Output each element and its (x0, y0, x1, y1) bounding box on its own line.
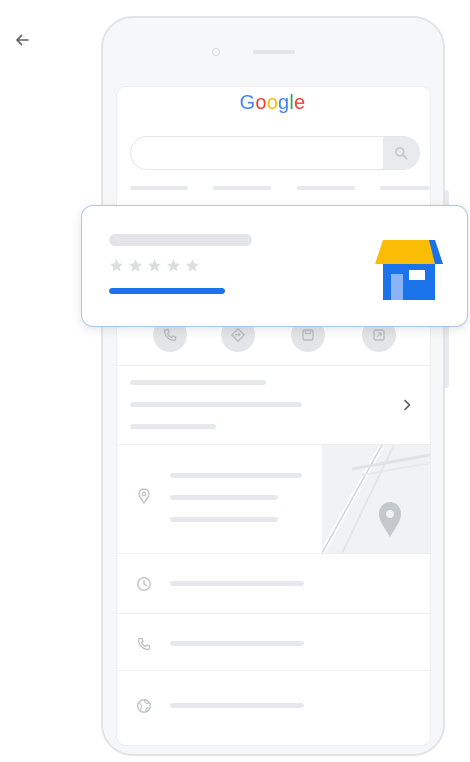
save-icon (302, 329, 314, 341)
globe-icon (134, 696, 154, 716)
phone-camera (212, 48, 220, 56)
star-icon (166, 259, 181, 272)
logo-letter: G (239, 92, 256, 114)
google-logo: Google (0, 92, 470, 115)
map-pin-icon (379, 502, 401, 537)
description-line (130, 380, 266, 385)
rating-stars (109, 258, 200, 273)
logo-letter: e (294, 92, 306, 114)
section-divider (117, 613, 430, 614)
star-icon (147, 259, 162, 272)
star-icon (185, 259, 200, 272)
chevron-right-icon[interactable] (400, 396, 414, 414)
tab-placeholder[interactable] (297, 186, 355, 190)
business-profile-card[interactable] (81, 205, 468, 327)
search-button[interactable] (383, 137, 419, 169)
star-icon (128, 259, 143, 272)
business-name-placeholder (109, 234, 252, 246)
star-icon (109, 259, 124, 272)
clock-icon (134, 574, 154, 594)
location-pin-icon (134, 486, 154, 506)
back-arrow-icon[interactable] (8, 26, 36, 54)
description-line (130, 424, 216, 429)
storefront-icon (375, 240, 443, 300)
section-divider (117, 553, 430, 554)
search-icon (395, 147, 408, 160)
phone-speaker (253, 50, 295, 54)
tab-placeholder[interactable] (380, 186, 430, 190)
website-line (170, 703, 304, 708)
section-divider (117, 365, 430, 366)
accent-bar (109, 288, 225, 294)
search-input[interactable] (130, 136, 420, 170)
description-line (130, 402, 302, 407)
address-line (170, 473, 302, 478)
phone-icon (134, 634, 154, 654)
hours-line (170, 581, 304, 586)
logo-letter: o (255, 92, 267, 114)
tab-placeholder[interactable] (213, 186, 271, 190)
section-divider (117, 670, 430, 671)
phone-icon (163, 328, 177, 342)
logo-letter: o (266, 92, 279, 114)
directions-icon (231, 328, 245, 342)
address-line (170, 495, 278, 500)
address-line (170, 517, 278, 522)
tab-placeholder[interactable] (130, 186, 188, 190)
phone-line (170, 641, 304, 646)
logo-letter: g (278, 92, 290, 114)
map-thumbnail[interactable] (322, 445, 430, 553)
share-icon (373, 329, 385, 341)
phone-screen (116, 86, 431, 746)
